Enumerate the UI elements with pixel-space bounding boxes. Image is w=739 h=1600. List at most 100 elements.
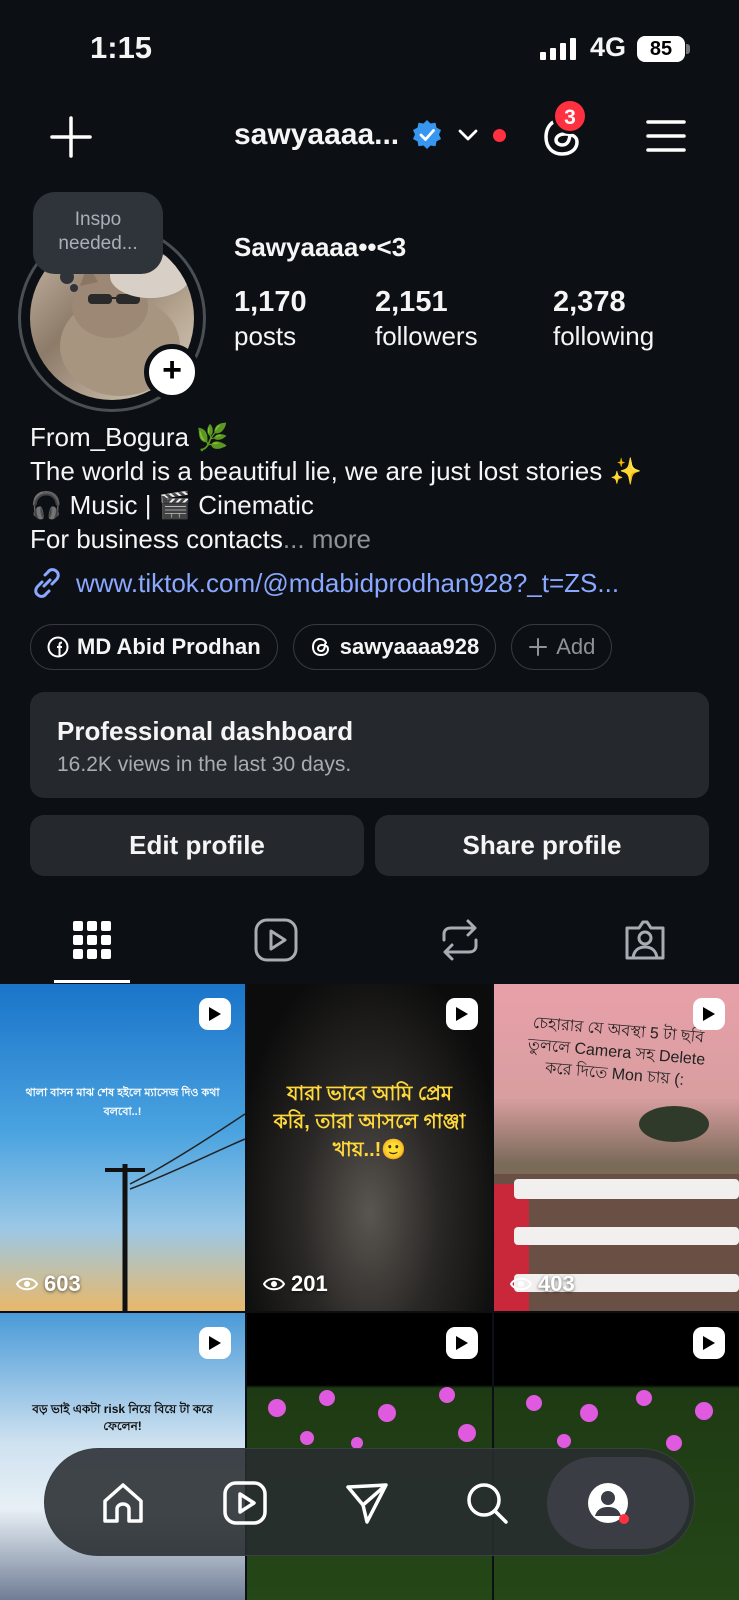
messages-icon <box>346 1483 388 1524</box>
profile-header: sawyaaaa... 3 <box>0 98 739 175</box>
tab-reposts[interactable] <box>436 916 484 964</box>
battery-icon: 85 <box>637 36 685 62</box>
facebook-chip[interactable]: MD Abid Prodhan <box>30 624 278 670</box>
menu-button[interactable] <box>645 116 687 156</box>
chip-label: MD Abid Prodhan <box>77 634 261 659</box>
bio-line: From_Bogura 🌿 <box>30 422 229 452</box>
notification-dot <box>493 128 507 142</box>
post-thumbnail[interactable]: চেহারার যে অবস্থা 5 টা ছবি তুললে Camera … <box>494 984 739 1311</box>
nav-messages[interactable] <box>343 1479 391 1527</box>
network-type: 4G <box>590 32 627 62</box>
bio-more-button[interactable]: ... more <box>283 524 371 554</box>
verified-icon <box>413 120 442 149</box>
note-tail <box>70 284 78 292</box>
stat-value: 2,378 <box>553 286 626 318</box>
tab-grid[interactable] <box>68 916 116 964</box>
create-button[interactable] <box>48 114 94 160</box>
edit-profile-button[interactable]: Edit profile <box>30 815 364 876</box>
link-icon <box>34 568 60 598</box>
tab-tagged[interactable] <box>621 916 669 964</box>
tagged-icon <box>625 920 665 960</box>
play-icon <box>209 1336 221 1350</box>
reel-badge <box>693 998 725 1030</box>
professional-dashboard[interactable]: Professional dashboard 16.2K views in th… <box>30 692 709 798</box>
username: sawyaaaa... <box>234 118 400 151</box>
dashboard-subtitle: 16.2K views in the last 30 days. <box>57 753 352 776</box>
stat-label: posts <box>234 321 297 351</box>
reel-badge <box>693 1327 725 1359</box>
view-count-value: 201 <box>291 1271 328 1296</box>
play-icon <box>703 1007 715 1021</box>
stat-posts[interactable]: 1,170 posts <box>234 286 307 352</box>
stat-followers[interactable]: 2,151 followers <box>375 286 478 352</box>
link-text: www.tiktok.com/@mdabidprodhan928?_t=ZS..… <box>76 567 620 598</box>
view-count-value: 603 <box>44 1271 81 1296</box>
add-story-button[interactable]: + <box>144 344 200 400</box>
status-bar: 1:15 4G 85 <box>0 0 739 100</box>
eye-icon <box>16 1277 38 1291</box>
play-icon <box>456 1336 468 1350</box>
note-tail <box>60 270 74 284</box>
threads-chip[interactable]: sawyaaaa928 <box>292 624 497 670</box>
grid-icon <box>73 921 111 959</box>
nav-reels[interactable] <box>221 1479 269 1527</box>
add-chip[interactable]: Add <box>511 624 613 670</box>
play-icon <box>209 1007 221 1021</box>
view-count: 201 <box>263 1271 328 1297</box>
view-count-value: 403 <box>538 1271 575 1296</box>
reposts-icon <box>442 919 478 961</box>
reels-icon <box>223 1481 267 1525</box>
stat-following[interactable]: 2,378 following <box>553 286 654 352</box>
display-name: Sawyaaaa••<3 <box>234 232 407 262</box>
tab-reels[interactable] <box>252 916 300 964</box>
nav-search[interactable] <box>463 1479 511 1527</box>
share-profile-button[interactable]: Share profile <box>375 815 709 876</box>
bio-line: For business contacts... more <box>30 522 720 556</box>
stat-label: following <box>553 321 655 351</box>
active-tab-indicator <box>54 980 130 983</box>
eye-icon <box>510 1277 532 1291</box>
eye-icon <box>263 1277 285 1291</box>
reel-badge <box>199 998 231 1030</box>
threads-icon <box>311 637 329 657</box>
facebook-icon <box>47 636 69 658</box>
profile-icon <box>588 1483 629 1524</box>
profile-chips: MD Abid Prodhan sawyaaaa928 Add <box>30 624 613 670</box>
account-switcher[interactable]: sawyaaaa... <box>234 118 507 152</box>
note-bubble[interactable]: Inspo needed... <box>33 192 163 274</box>
threads-badge: 3 <box>552 98 588 134</box>
reel-badge <box>199 1327 231 1359</box>
post-thumbnail[interactable]: থালা বাসন মাঝ শেষ হইলে ম্যাসেজ দিও কথা ব… <box>0 984 245 1311</box>
play-icon <box>703 1336 715 1350</box>
profile-link[interactable]: www.tiktok.com/@mdabidprodhan928?_t=ZS..… <box>30 566 619 600</box>
dashboard-title: Professional dashboard <box>57 716 354 746</box>
signal-icon <box>540 38 576 60</box>
chip-label: Add <box>556 634 596 659</box>
bio: From_Bogura 🌿 The world is a beautiful l… <box>30 420 720 556</box>
play-icon <box>456 1007 468 1021</box>
nav-home[interactable] <box>99 1479 147 1527</box>
reels-icon <box>254 918 298 962</box>
bio-line-text: For business contacts <box>30 524 283 554</box>
reel-badge <box>446 998 478 1030</box>
post-thumbnail[interactable]: যারা ভাবে আমি প্রেম করি, তারা আসলে গাঞ্জ… <box>247 984 492 1311</box>
chevron-down-icon <box>458 129 478 141</box>
search-icon <box>467 1483 508 1524</box>
reel-badge <box>446 1327 478 1359</box>
stat-value: 1,170 <box>234 286 307 318</box>
view-count: 603 <box>16 1271 81 1297</box>
bio-line: 🎧 Music | 🎬 Cinematic <box>30 490 314 520</box>
status-time: 1:15 <box>90 30 153 65</box>
nav-profile[interactable] <box>584 1479 632 1527</box>
plus-icon <box>50 116 92 158</box>
post-caption: থালা বাসন মাঝ শেষ হইলে ম্যাসেজ দিও কথা ব… <box>25 1087 220 1118</box>
view-count: 403 <box>510 1271 575 1297</box>
bio-line: The world is a beautiful lie, we are jus… <box>30 456 642 486</box>
stat-label: followers <box>375 321 478 351</box>
post-caption: যারা ভাবে আমি প্রেম করি, তারা আসলে গাঞ্জ… <box>273 1083 466 1161</box>
bottom-nav <box>44 1448 695 1556</box>
battery-tip <box>686 44 690 54</box>
post-image <box>105 1113 245 1311</box>
home-icon <box>103 1483 143 1523</box>
post-caption: বড় ভাই একটা risk নিয়ে বিয়ে টা করে ফেল… <box>32 1402 213 1433</box>
